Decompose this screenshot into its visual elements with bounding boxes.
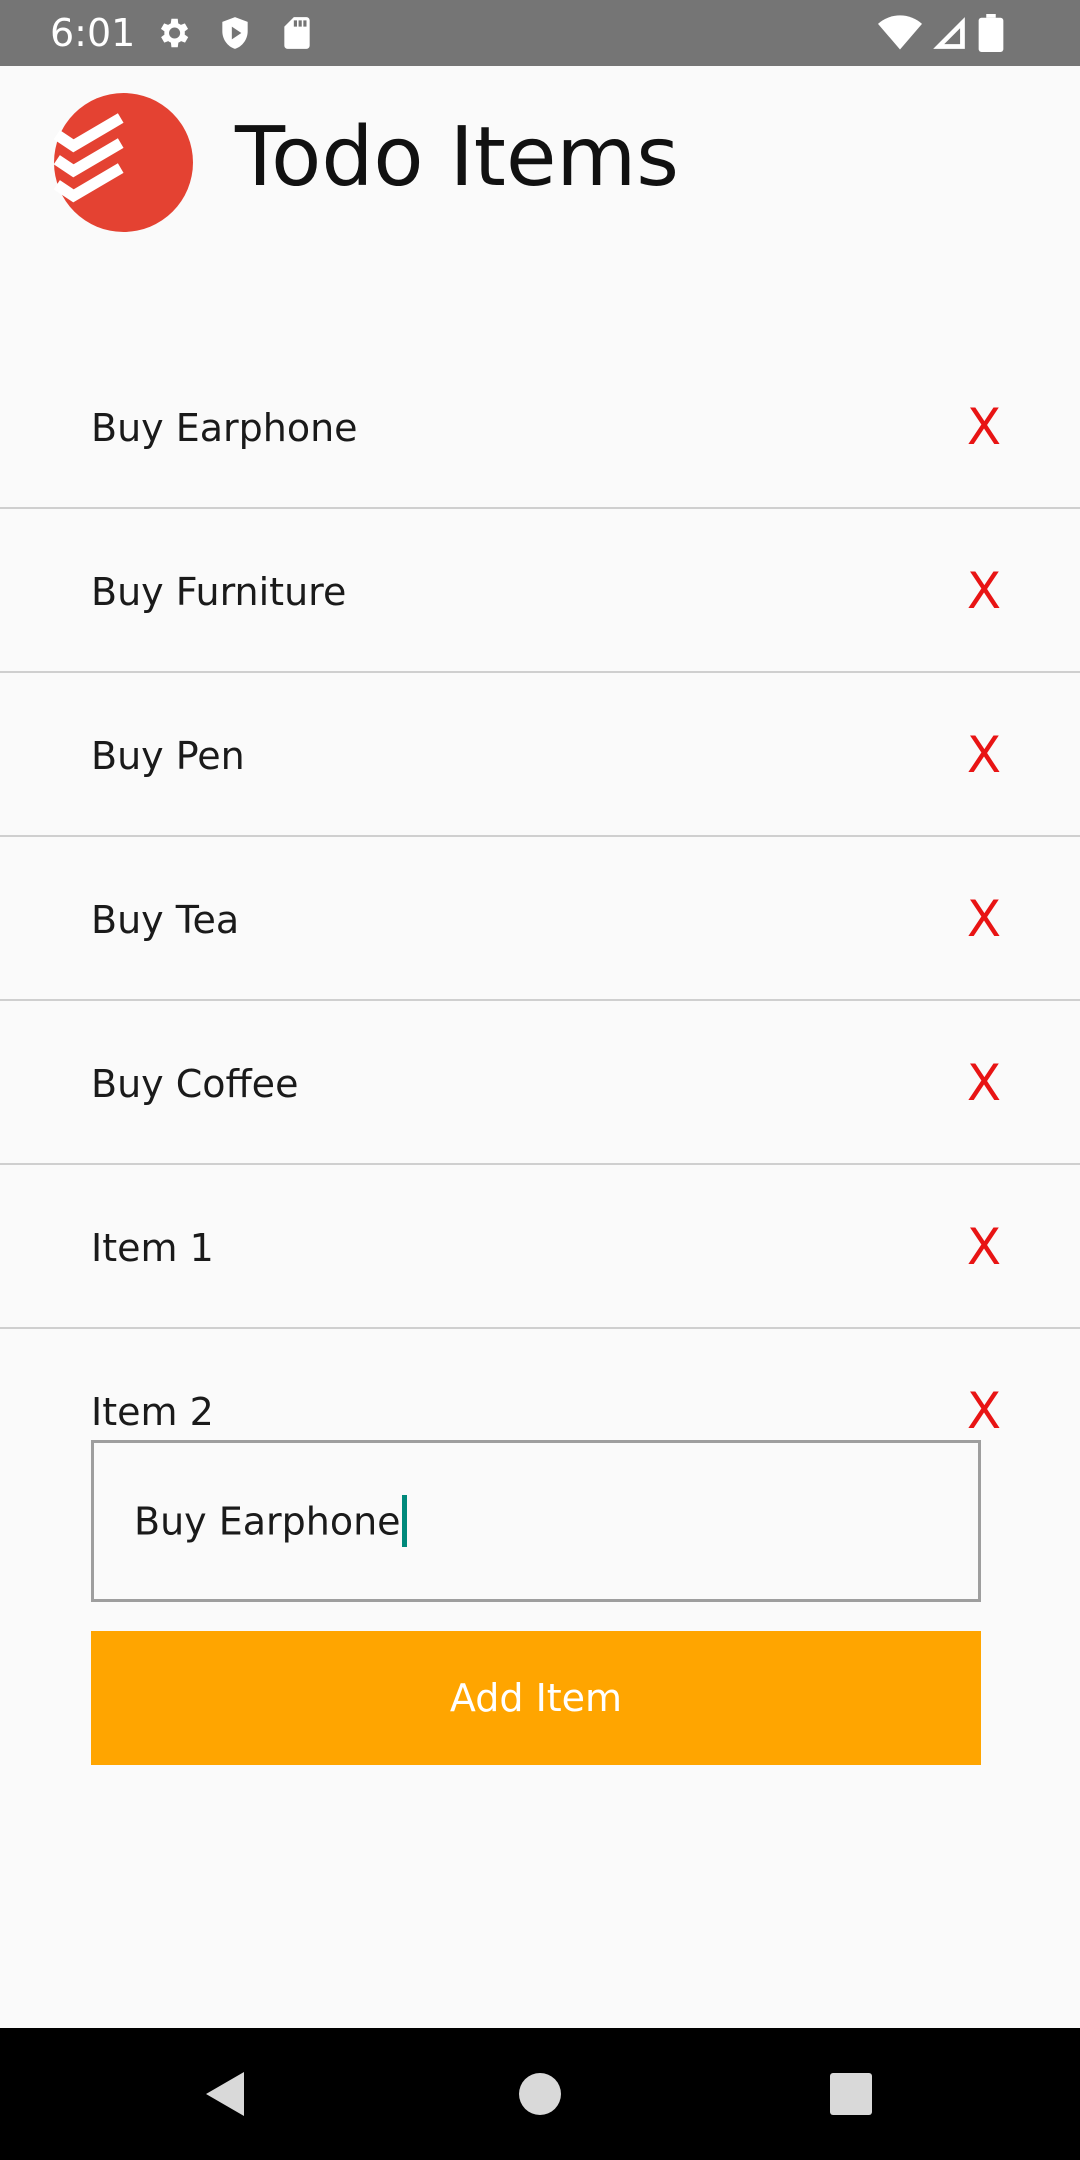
delete-item-button[interactable]: X [962,563,1006,619]
text-cursor [401,1495,407,1547]
cellular-signal-icon [930,14,968,52]
delete-item-button[interactable]: X [962,1055,1006,1111]
list-item: Buy Tea X [0,837,1080,1001]
recents-square-icon[interactable] [821,2064,881,2124]
todo-item-label: Item 2 [91,1390,214,1434]
todo-list: Buy Earphone X Buy Furniture X Buy Pen X… [0,345,1080,1493]
todoist-logo-icon [53,93,193,232]
settings-gear-icon [154,14,192,52]
list-item: Buy Furniture X [0,509,1080,673]
input-value-text: Buy Earphone [134,1499,401,1544]
todo-item-label: Buy Pen [91,734,245,778]
shield-play-icon [216,14,254,52]
add-item-button[interactable]: Add Item [91,1631,981,1765]
todo-item-label: Buy Tea [91,898,240,942]
delete-item-button[interactable]: X [962,399,1006,455]
delete-item-button[interactable]: X [962,891,1006,947]
todo-item-label: Item 1 [91,1226,214,1270]
list-item: Item 1 X [0,1165,1080,1329]
new-item-input-value: Buy Earphone [134,1495,407,1550]
page-title: Todo Items [235,110,679,205]
home-circle-icon[interactable] [510,2064,570,2124]
sd-card-icon [278,14,316,52]
back-triangle-icon[interactable] [198,2064,258,2124]
status-time: 6:01 [50,11,136,55]
todo-item-label: Buy Earphone [91,406,358,450]
list-item: Buy Earphone X [0,345,1080,509]
battery-icon [978,14,1004,52]
app-screen: 6:01 Todo Items Buy Earphone X Buy Furni… [0,0,1080,2160]
navigation-bar [0,2028,1080,2160]
status-bar: 6:01 [0,0,1080,66]
list-item: Buy Pen X [0,673,1080,837]
todo-item-label: Buy Furniture [91,570,347,614]
wifi-icon [878,14,922,52]
todo-item-label: Buy Coffee [91,1062,299,1106]
delete-item-button[interactable]: X [962,727,1006,783]
delete-item-button[interactable]: X [962,1383,1006,1439]
new-item-input[interactable]: Buy Earphone [91,1440,981,1602]
list-item: Buy Coffee X [0,1001,1080,1165]
delete-item-button[interactable]: X [962,1219,1006,1275]
